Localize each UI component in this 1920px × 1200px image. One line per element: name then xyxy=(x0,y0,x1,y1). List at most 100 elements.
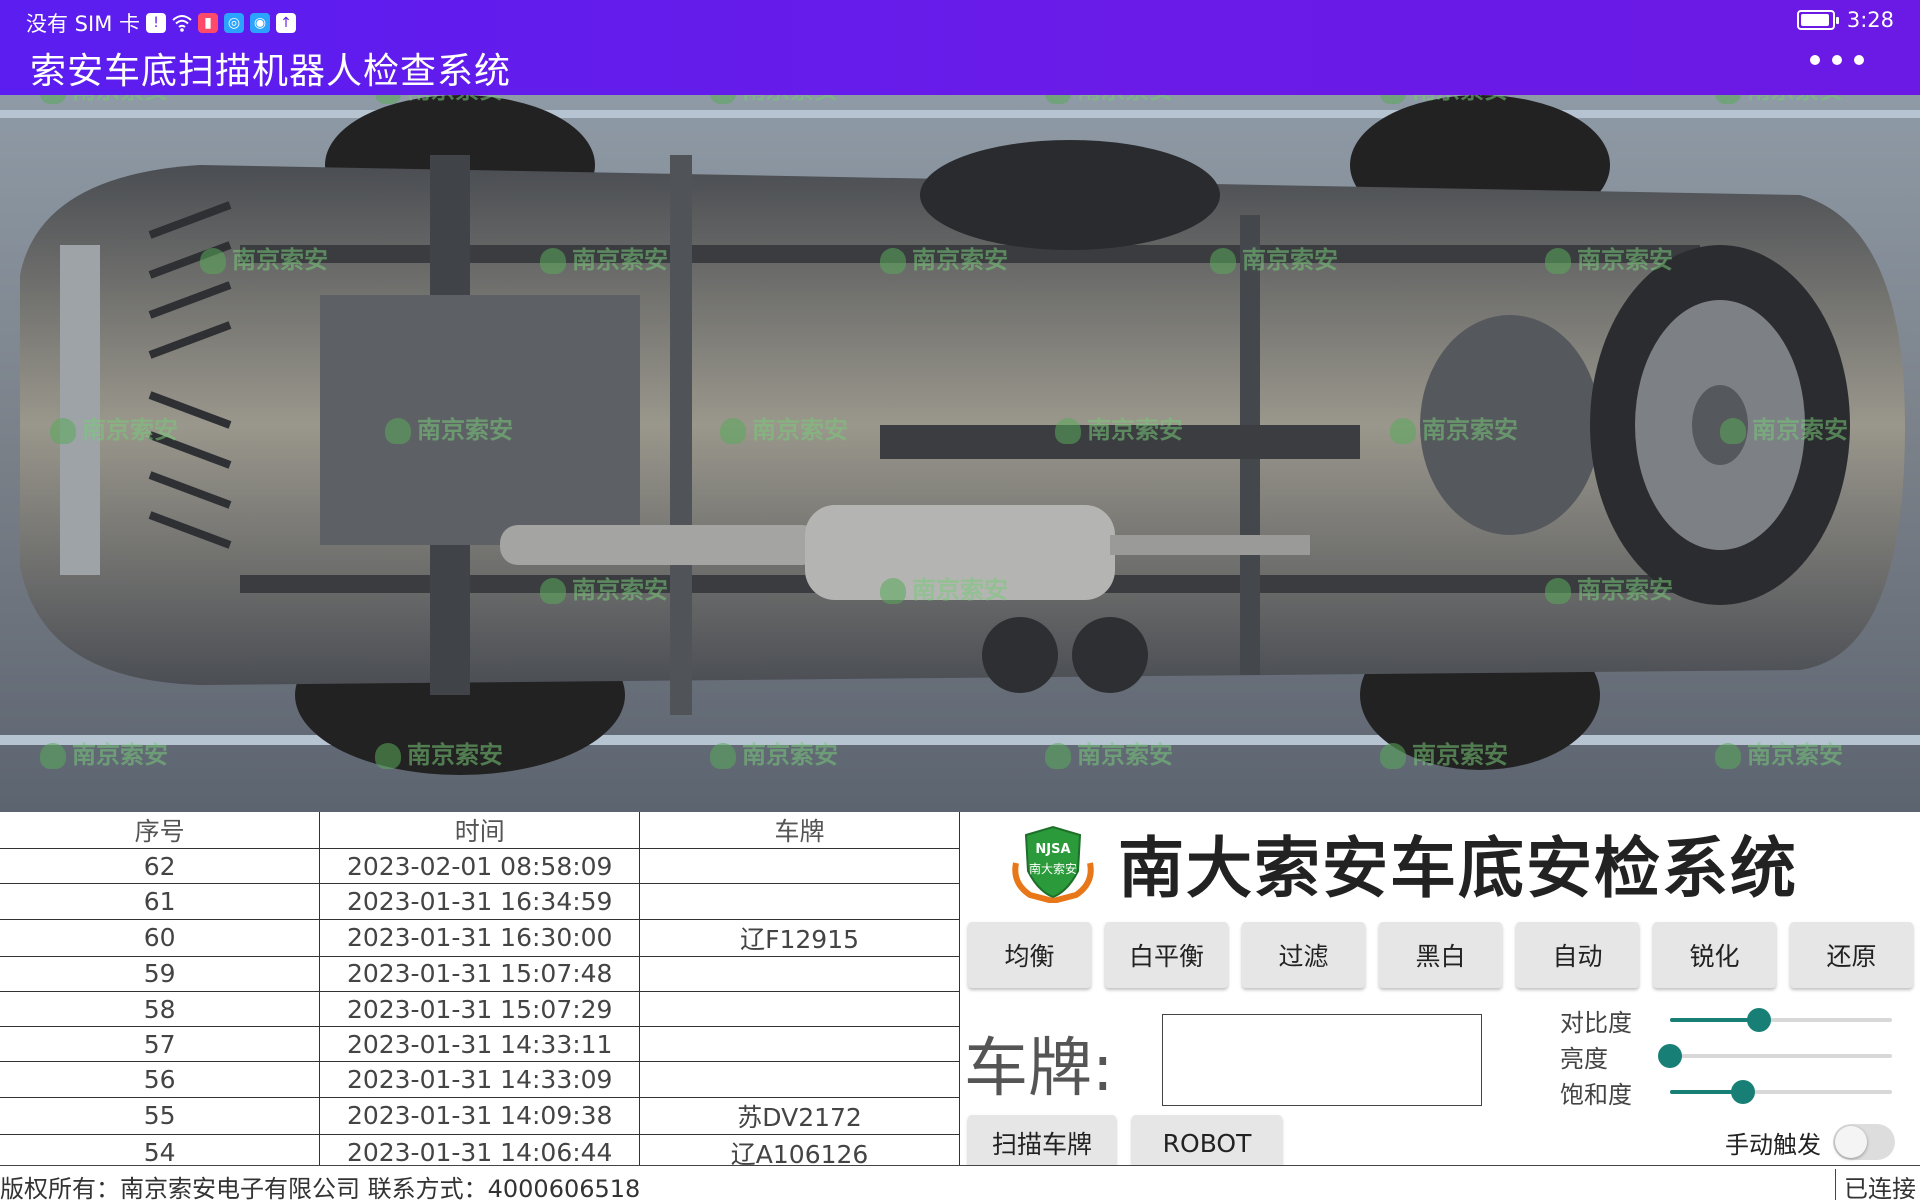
plate-input[interactable] xyxy=(1162,1014,1482,1106)
watermark: 南京索安 xyxy=(540,240,668,275)
svg-text:南大索安: 南大索安 xyxy=(1029,861,1077,876)
table-row[interactable]: 60 2023-01-31 16:30:00 辽F12915 xyxy=(0,919,960,957)
watermark: 南京索安 xyxy=(1545,240,1673,275)
cell-time: 2023-01-31 15:07:48 xyxy=(319,956,641,992)
image-adjust-sliders: 对比度 亮度 饱和度 xyxy=(1560,1002,1900,1110)
status-bar-right: 3:28 xyxy=(1796,8,1894,32)
watermark: 南京索安 xyxy=(1720,410,1848,445)
watermark: 南京索安 xyxy=(200,240,328,275)
table-header-row: 序号 时间 车牌 xyxy=(0,812,960,849)
watermark: 南京索安 xyxy=(375,735,503,770)
undercarriage-scan-image[interactable]: 南京索安 南京索安 南京索安 南京索安 南京索安 南京索安 南京索安 南京索安 … xyxy=(0,95,1920,812)
cell-time: 2023-01-31 16:30:00 xyxy=(319,919,641,957)
cell-index: 60 xyxy=(0,919,321,957)
saturation-slider[interactable] xyxy=(1670,1080,1892,1104)
scan-graphic xyxy=(0,95,1920,812)
saturation-label: 饱和度 xyxy=(1560,1080,1632,1109)
control-panel: NJSA 南大索安 南大索安车底安检系统 均衡 白平衡 过滤 黑白 自动 锐化 … xyxy=(960,812,1920,1171)
watermark: 南京索安 xyxy=(1715,735,1843,770)
cell-time: 2023-01-31 14:33:09 xyxy=(319,1061,641,1098)
filter-button[interactable]: 过滤 xyxy=(1242,922,1365,988)
watermark: 南京索安 xyxy=(1545,570,1673,605)
browser-icon: ◉ xyxy=(250,13,270,33)
table-row[interactable]: 56 2023-01-31 14:33:09 xyxy=(0,1061,960,1098)
column-header-plate[interactable]: 车牌 xyxy=(639,812,960,849)
page-title: 索安车底扫描机器人检查系统 xyxy=(30,51,512,92)
white-balance-button[interactable]: 白平衡 xyxy=(1105,922,1228,988)
table-row[interactable]: 58 2023-01-31 15:07:29 xyxy=(0,991,960,1028)
watermark: 南京索安 xyxy=(1210,240,1338,275)
filter-button-row: 均衡 白平衡 过滤 黑白 自动 锐化 还原 xyxy=(968,922,1913,988)
table-row[interactable]: 55 2023-01-31 14:09:38 苏DV2172 xyxy=(0,1097,960,1135)
watermark: 南京索安 xyxy=(50,410,178,445)
cell-plate xyxy=(639,956,960,992)
brand-title: 南大索安车底安检系统 xyxy=(1118,829,1798,907)
cell-time: 2023-02-01 08:58:09 xyxy=(319,848,641,885)
robot-button[interactable]: ROBOT xyxy=(1132,1115,1282,1171)
manual-trigger-label: 手动触发 xyxy=(1725,1130,1821,1159)
search-icon: ◎ xyxy=(224,13,244,33)
cell-index: 61 xyxy=(0,883,321,920)
brand-logo: NJSA 南大索安 xyxy=(1008,823,1098,905)
watermark: 南京索安 xyxy=(540,570,668,605)
saturation-row: 饱和度 xyxy=(1560,1074,1900,1110)
table-row[interactable]: 62 2023-02-01 08:58:09 xyxy=(0,848,960,885)
app-root: 没有 SIM 卡 ! ▮ ◎ ◉ ↑ 3:28 索安车底扫描机器人检查系统 南京… xyxy=(0,0,1920,1200)
cell-index: 62 xyxy=(0,848,321,885)
table-row[interactable]: 61 2023-01-31 16:34:59 xyxy=(0,883,960,920)
watermark: 南京索安 xyxy=(1380,735,1508,770)
sharpen-button[interactable]: 锐化 xyxy=(1653,922,1776,988)
watermark: 南京索安 xyxy=(710,95,838,105)
watermark: 南京索安 xyxy=(1045,735,1173,770)
cell-plate xyxy=(639,1026,960,1063)
contrast-slider[interactable] xyxy=(1670,1008,1892,1032)
column-header-index[interactable]: 序号 xyxy=(0,812,321,849)
watermark: 南京索安 xyxy=(385,410,513,445)
wifi-icon xyxy=(172,13,192,33)
watermark: 南京索安 xyxy=(1380,95,1508,105)
carrier-text: 没有 SIM 卡 xyxy=(26,12,140,36)
watermark: 南京索安 xyxy=(375,95,503,105)
copyright-text: 版权所有：南京索安电子有限公司 联系方式：4000606518 xyxy=(0,1175,641,1200)
table-row[interactable]: 59 2023-01-31 15:07:48 xyxy=(0,956,960,992)
cell-index: 58 xyxy=(0,991,321,1028)
manual-trigger: 手动触发 xyxy=(1725,1124,1895,1160)
cell-index: 55 xyxy=(0,1097,321,1135)
battery-icon xyxy=(1796,10,1839,30)
cell-time: 2023-01-31 16:34:59 xyxy=(319,883,641,920)
watermark: 南京索安 xyxy=(1045,95,1173,105)
manual-trigger-toggle[interactable] xyxy=(1833,1124,1895,1160)
cell-plate xyxy=(639,991,960,1028)
cell-index: 59 xyxy=(0,956,321,992)
watermark: 南京索安 xyxy=(40,735,168,770)
watermark: 南京索安 xyxy=(40,95,168,105)
scan-records-table[interactable]: 序号 时间 车牌 62 2023-02-01 08:58:09 61 2023-01… xyxy=(0,812,960,1172)
watermark: 南京索安 xyxy=(880,240,1008,275)
watermark: 南京索安 xyxy=(1390,410,1518,445)
cell-plate xyxy=(639,883,960,920)
status-bar-left: 没有 SIM 卡 ! ▮ ◎ ◉ ↑ xyxy=(26,8,296,38)
restore-button[interactable]: 还原 xyxy=(1790,922,1913,988)
black-white-button[interactable]: 黑白 xyxy=(1379,922,1502,988)
cell-plate xyxy=(639,1061,960,1098)
cell-time: 2023-01-31 14:09:38 xyxy=(319,1097,641,1135)
brightness-label: 亮度 xyxy=(1560,1044,1608,1073)
watermark: 南京索安 xyxy=(710,735,838,770)
watermark: 南京索安 xyxy=(1055,410,1183,445)
cell-plate xyxy=(639,848,960,885)
equalize-button[interactable]: 均衡 xyxy=(968,922,1091,988)
auto-button[interactable]: 自动 xyxy=(1516,922,1639,988)
table-row[interactable]: 57 2023-01-31 14:33:11 xyxy=(0,1026,960,1063)
brand-header: NJSA 南大索安 南大索安车底安检系统 xyxy=(1008,822,1848,907)
cell-time: 2023-01-31 14:33:11 xyxy=(319,1026,641,1063)
clock: 3:28 xyxy=(1846,8,1894,32)
alert-icon: ! xyxy=(146,13,166,33)
watermark: 南京索安 xyxy=(880,570,1008,605)
cell-plate: 苏DV2172 xyxy=(639,1097,960,1135)
column-header-time[interactable]: 时间 xyxy=(319,812,641,849)
scan-plate-button[interactable]: 扫描车牌 xyxy=(968,1115,1116,1171)
more-dots-icon[interactable] xyxy=(1810,55,1864,65)
cell-plate: 辽F12915 xyxy=(639,919,960,957)
brightness-slider[interactable] xyxy=(1658,1044,1892,1068)
book-icon: ▮ xyxy=(198,13,218,33)
